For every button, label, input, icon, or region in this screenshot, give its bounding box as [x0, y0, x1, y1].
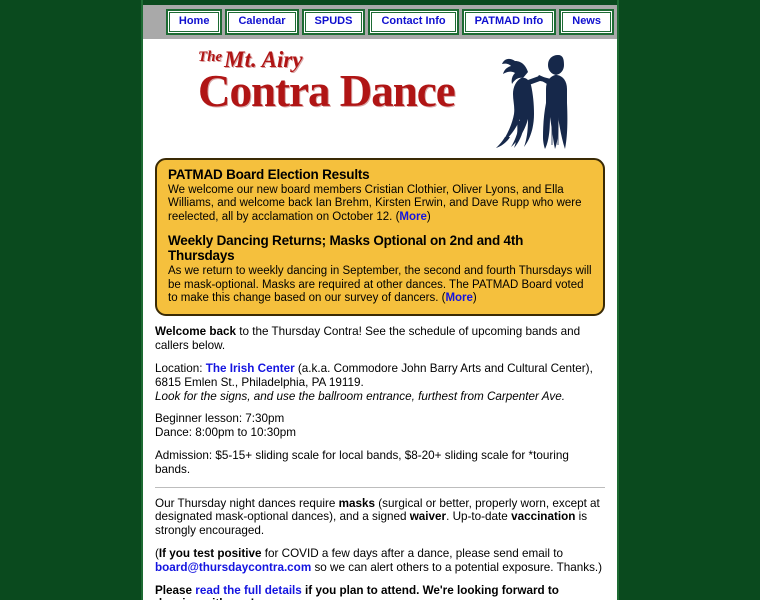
read-full-details-link[interactable]: read the full details — [195, 584, 302, 597]
please-text: Please — [155, 583, 196, 597]
venue-address: 6815 Emlen St., Philadelphia, PA 19119. — [155, 375, 364, 389]
nav-patmad-info-label: PATMAD Info — [464, 12, 554, 32]
main-navigation: Home Calendar SPUDS Contact Info PATMAD … — [143, 0, 617, 39]
covid-positive-text-b: so we can alert others to a potential ex… — [311, 560, 603, 574]
times-paragraph: Beginner lesson: 7:30pm Dance: 8:00pm to … — [155, 412, 605, 440]
welcome-bold-text: Welcome back — [155, 325, 236, 339]
content-divider — [155, 486, 605, 488]
nav-home[interactable]: Home — [165, 9, 223, 35]
announcement-heading-2: Weekly Dancing Returns; Masks Optional o… — [168, 233, 524, 264]
announcement-more-link-1[interactable]: More — [399, 211, 426, 223]
covid-masks-bold: masks — [338, 496, 376, 510]
announcement-body-1: We welcome our new board members Cristia… — [168, 184, 592, 224]
announcement-heading-1: PATMAD Board Election Results — [168, 167, 370, 182]
nav-spuds-label: SPUDS — [304, 12, 363, 32]
nav-contact-info[interactable]: Contact Info — [368, 9, 459, 35]
venue-signs-note: Look for the signs, and use the ballroom… — [155, 389, 565, 403]
covid-text-a: Our Thursday night dances require — [155, 496, 339, 510]
logo-wordmark: TheMt. Airy Contra Dance — [198, 47, 456, 117]
announcement-box: PATMAD Board Election Results We welcome… — [155, 158, 605, 317]
logo-contra-dance-text: Contra Dance — [198, 66, 456, 116]
covid-text-c: . Up-to-date — [446, 510, 512, 524]
welcome-paragraph: Welcome back to the Thursday Contra! See… — [155, 325, 605, 353]
location-rest: (a.k.a. Commodore John Barry Arts and Cu… — [294, 362, 593, 376]
test-positive-bold: If you test positive — [158, 547, 262, 560]
nav-home-label: Home — [168, 12, 220, 32]
nav-contact-info-label: Contact Info — [371, 12, 456, 32]
covid-positive-text-a: for COVID a few days after a dance, plea… — [261, 547, 563, 560]
covid-positive-paragraph: (If you test positive for COVID a few da… — [155, 547, 605, 575]
nav-calendar-label: Calendar — [228, 12, 296, 32]
announcement-body-2: As we return to weekly dancing in Septem… — [168, 265, 592, 305]
dance-time: Dance: 8:00pm to 10:30pm — [155, 426, 296, 440]
irish-center-link[interactable]: The Irish Center — [206, 362, 295, 375]
location-paragraph: Location: The Irish Center (a.k.a. Commo… — [155, 362, 605, 403]
main-content: Welcome back to the Thursday Contra! See… — [143, 325, 617, 600]
page-container: Home Calendar SPUDS Contact Info PATMAD … — [141, 0, 619, 600]
dancing-couple-icon — [496, 55, 568, 149]
announcement-text-1: We welcome our new board members Cristia… — [168, 184, 582, 223]
beginner-lesson-time: Beginner lesson: 7:30pm — [155, 412, 285, 426]
covid-policy-paragraph: Our Thursday night dances require masks … — [155, 497, 605, 538]
announcement-text-2: As we return to weekly dancing in Septem… — [168, 265, 592, 305]
nav-news[interactable]: News — [559, 9, 614, 35]
nav-spuds[interactable]: SPUDS — [301, 9, 366, 35]
announcement-more-link-2[interactable]: More — [445, 292, 472, 304]
announcement-close-paren-2: ) — [472, 292, 477, 305]
nav-news-label: News — [562, 12, 611, 32]
covid-vaccination-bold: vaccination — [511, 510, 576, 524]
nav-calendar[interactable]: Calendar — [225, 9, 299, 35]
logo-the-text: The — [198, 49, 223, 65]
admission-paragraph: Admission: $5-15+ sliding scale for loca… — [155, 449, 569, 476]
board-email-link[interactable]: board@thursdaycontra.com — [155, 561, 311, 574]
covid-waiver-bold: waiver — [409, 510, 447, 524]
nav-patmad-info[interactable]: PATMAD Info — [461, 9, 557, 35]
announcement-close-paren-1: ) — [426, 210, 431, 223]
full-details-paragraph: Please read the full details if you plan… — [155, 584, 605, 600]
location-label: Location: — [155, 362, 206, 376]
site-logo: TheMt. Airy Contra Dance — [143, 39, 617, 154]
